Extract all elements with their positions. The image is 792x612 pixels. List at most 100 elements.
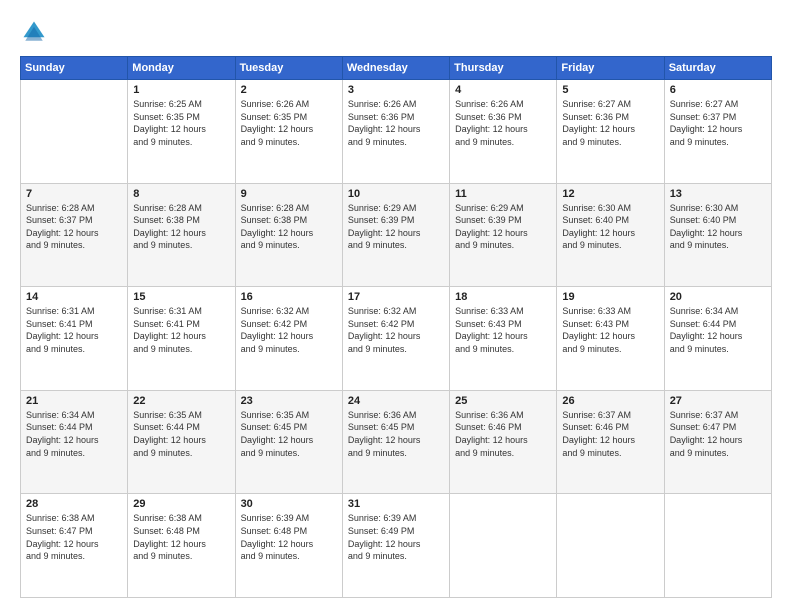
calendar-day-cell: 16 Sunrise: 6:32 AM Sunset: 6:42 PM Dayli… [235,287,342,391]
weekday-header-thursday: Thursday [450,57,557,80]
calendar-day-cell: 26Sunrise: 6:37 AM Sunset: 6:46 PM Dayli… [557,390,664,494]
day-number: 25 [455,395,551,407]
calendar-day-cell: 23Sunrise: 6:35 AM Sunset: 6:45 PM Dayli… [235,390,342,494]
calendar-day-cell: 10 Sunrise: 6:29 AM Sunset: 6:39 PM Dayli… [342,183,449,287]
day-info: Sunrise: 6:35 AM Sunset: 6:44 PM Dayligh… [133,409,229,459]
weekday-header-sunday: Sunday [21,57,128,80]
day-info: Sunrise: 6:34 AM Sunset: 6:44 PM Dayligh… [670,305,766,355]
day-number: 28 [26,498,122,510]
calendar-day-cell: 6Sunrise: 6:27 AM Sunset: 6:37 PM Daylig… [664,80,771,184]
calendar-header: SundayMondayTuesdayWednesdayThursdayFrid… [21,57,772,80]
day-info: Sunrise: 6:32 AM Sunset: 6:42 PM Dayligh… [241,305,337,355]
calendar-day-cell [557,494,664,598]
calendar-day-cell: 7 Sunrise: 6:28 AM Sunset: 6:37 PM Daylig… [21,183,128,287]
day-info: Sunrise: 6:26 AM Sunset: 6:35 PM Dayligh… [241,98,337,148]
day-number: 4 [455,84,551,96]
day-info: Sunrise: 6:38 AM Sunset: 6:48 PM Dayligh… [133,512,229,562]
calendar-day-cell: 2 Sunrise: 6:26 AM Sunset: 6:35 PM Daylig… [235,80,342,184]
calendar-day-cell: 21Sunrise: 6:34 AM Sunset: 6:44 PM Dayli… [21,390,128,494]
day-number: 12 [562,188,658,200]
calendar-day-cell: 11Sunrise: 6:29 AM Sunset: 6:39 PM Dayli… [450,183,557,287]
calendar-day-cell: 15 Sunrise: 6:31 AM Sunset: 6:41 PM Dayli… [128,287,235,391]
calendar-week-row: 7 Sunrise: 6:28 AM Sunset: 6:37 PM Daylig… [21,183,772,287]
calendar-day-cell: 31Sunrise: 6:39 AM Sunset: 6:49 PM Dayli… [342,494,449,598]
day-info: Sunrise: 6:33 AM Sunset: 6:43 PM Dayligh… [562,305,658,355]
calendar-day-cell: 17Sunrise: 6:32 AM Sunset: 6:42 PM Dayli… [342,287,449,391]
calendar-day-cell: 4 Sunrise: 6:26 AM Sunset: 6:36 PM Daylig… [450,80,557,184]
day-info: Sunrise: 6:29 AM Sunset: 6:39 PM Dayligh… [455,202,551,252]
day-number: 7 [26,188,122,200]
day-number: 22 [133,395,229,407]
day-info: Sunrise: 6:31 AM Sunset: 6:41 PM Dayligh… [26,305,122,355]
day-info: Sunrise: 6:26 AM Sunset: 6:36 PM Dayligh… [348,98,444,148]
logo [20,18,52,46]
day-number: 10 [348,188,444,200]
day-info: Sunrise: 6:30 AM Sunset: 6:40 PM Dayligh… [670,202,766,252]
calendar-day-cell: 25Sunrise: 6:36 AM Sunset: 6:46 PM Dayli… [450,390,557,494]
calendar-day-cell: 3Sunrise: 6:26 AM Sunset: 6:36 PM Daylig… [342,80,449,184]
day-info: Sunrise: 6:27 AM Sunset: 6:36 PM Dayligh… [562,98,658,148]
day-info: Sunrise: 6:32 AM Sunset: 6:42 PM Dayligh… [348,305,444,355]
day-info: Sunrise: 6:27 AM Sunset: 6:37 PM Dayligh… [670,98,766,148]
calendar-week-row: 1 Sunrise: 6:25 AM Sunset: 6:35 PM Daylig… [21,80,772,184]
day-number: 15 [133,291,229,303]
day-number: 5 [562,84,658,96]
calendar-body: 1 Sunrise: 6:25 AM Sunset: 6:35 PM Daylig… [21,80,772,598]
day-info: Sunrise: 6:36 AM Sunset: 6:45 PM Dayligh… [348,409,444,459]
day-info: Sunrise: 6:28 AM Sunset: 6:38 PM Dayligh… [133,202,229,252]
calendar-day-cell: 24 Sunrise: 6:36 AM Sunset: 6:45 PM Dayli… [342,390,449,494]
day-number: 8 [133,188,229,200]
page: SundayMondayTuesdayWednesdayThursdayFrid… [0,0,792,612]
day-info: Sunrise: 6:38 AM Sunset: 6:47 PM Dayligh… [26,512,122,562]
day-number: 24 [348,395,444,407]
day-info: Sunrise: 6:28 AM Sunset: 6:38 PM Dayligh… [241,202,337,252]
calendar-day-cell: 13 Sunrise: 6:30 AM Sunset: 6:40 PM Dayli… [664,183,771,287]
logo-icon [20,18,48,46]
day-info: Sunrise: 6:39 AM Sunset: 6:49 PM Dayligh… [348,512,444,562]
day-number: 9 [241,188,337,200]
weekday-header-wednesday: Wednesday [342,57,449,80]
day-info: Sunrise: 6:30 AM Sunset: 6:40 PM Dayligh… [562,202,658,252]
calendar-day-cell: 5 Sunrise: 6:27 AM Sunset: 6:36 PM Daylig… [557,80,664,184]
day-number: 1 [133,84,229,96]
day-number: 27 [670,395,766,407]
calendar-day-cell: 22 Sunrise: 6:35 AM Sunset: 6:44 PM Dayli… [128,390,235,494]
day-number: 13 [670,188,766,200]
day-number: 23 [241,395,337,407]
weekday-header-tuesday: Tuesday [235,57,342,80]
calendar-day-cell: 12 Sunrise: 6:30 AM Sunset: 6:40 PM Dayli… [557,183,664,287]
calendar-day-cell: 18Sunrise: 6:33 AM Sunset: 6:43 PM Dayli… [450,287,557,391]
calendar-day-cell [450,494,557,598]
calendar-day-cell: 30Sunrise: 6:39 AM Sunset: 6:48 PM Dayli… [235,494,342,598]
calendar-day-cell: 20 Sunrise: 6:34 AM Sunset: 6:44 PM Dayli… [664,287,771,391]
day-info: Sunrise: 6:28 AM Sunset: 6:37 PM Dayligh… [26,202,122,252]
weekday-header-monday: Monday [128,57,235,80]
day-number: 26 [562,395,658,407]
weekday-header-saturday: Saturday [664,57,771,80]
day-number: 18 [455,291,551,303]
day-number: 20 [670,291,766,303]
day-number: 16 [241,291,337,303]
calendar-day-cell: 1 Sunrise: 6:25 AM Sunset: 6:35 PM Daylig… [128,80,235,184]
calendar-day-cell: 28 Sunrise: 6:38 AM Sunset: 6:47 PM Dayli… [21,494,128,598]
calendar-day-cell: 9 Sunrise: 6:28 AM Sunset: 6:38 PM Daylig… [235,183,342,287]
calendar-day-cell [664,494,771,598]
calendar-day-cell: 14Sunrise: 6:31 AM Sunset: 6:41 PM Dayli… [21,287,128,391]
weekday-header-friday: Friday [557,57,664,80]
day-number: 2 [241,84,337,96]
day-info: Sunrise: 6:37 AM Sunset: 6:47 PM Dayligh… [670,409,766,459]
calendar-table: SundayMondayTuesdayWednesdayThursdayFrid… [20,56,772,598]
day-number: 21 [26,395,122,407]
day-info: Sunrise: 6:25 AM Sunset: 6:35 PM Dayligh… [133,98,229,148]
header [20,18,772,46]
day-number: 19 [562,291,658,303]
calendar-week-row: 28 Sunrise: 6:38 AM Sunset: 6:47 PM Dayli… [21,494,772,598]
day-info: Sunrise: 6:31 AM Sunset: 6:41 PM Dayligh… [133,305,229,355]
calendar-day-cell: 8 Sunrise: 6:28 AM Sunset: 6:38 PM Daylig… [128,183,235,287]
calendar-day-cell: 29 Sunrise: 6:38 AM Sunset: 6:48 PM Dayli… [128,494,235,598]
calendar-day-cell: 27 Sunrise: 6:37 AM Sunset: 6:47 PM Dayli… [664,390,771,494]
day-number: 29 [133,498,229,510]
day-info: Sunrise: 6:29 AM Sunset: 6:39 PM Dayligh… [348,202,444,252]
calendar-day-cell [21,80,128,184]
day-info: Sunrise: 6:26 AM Sunset: 6:36 PM Dayligh… [455,98,551,148]
